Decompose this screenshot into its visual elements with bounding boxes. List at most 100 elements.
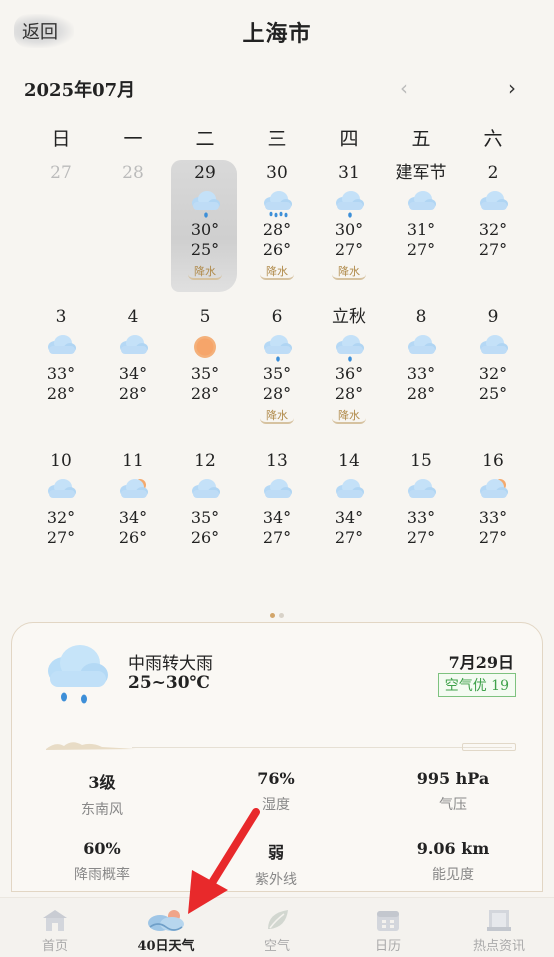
tab-calendar[interactable]: 日历 (333, 898, 443, 957)
high-temp: 33° (406, 508, 436, 527)
cloud-icon (120, 335, 148, 354)
cloud-icon (192, 479, 220, 498)
calendar-day[interactable]: 8 33° 28° (385, 304, 457, 448)
cloud-icon (48, 479, 76, 498)
high-temp: 34° (118, 364, 148, 383)
cloud-icon (480, 335, 508, 354)
stat-pressure: 995 hPa 气压 (383, 769, 523, 814)
calendar-day[interactable]: 15 33° 27° (385, 448, 457, 592)
calendar-day[interactable]: 31 30° 27° 降水 (313, 160, 385, 304)
low-temp: 28° (46, 384, 76, 403)
day-label: 8 (415, 307, 427, 327)
partly-sunny-icon (480, 479, 508, 498)
weekday-mon: 一 (123, 128, 143, 150)
scroll-decoration (462, 743, 516, 751)
tab-hot-news[interactable]: 热点资讯 (444, 898, 554, 957)
tab-label: 热点资讯 (472, 939, 525, 954)
stat-label: 降雨概率 (74, 867, 130, 883)
day-label: 31 (338, 163, 360, 183)
aqi-badge[interactable]: 空气优 19 (437, 673, 516, 697)
tab-label: 40日天气 (137, 939, 195, 954)
weekday-header: 日 一 二 三 四 五 六 (25, 124, 529, 150)
weekday-fri: 五 (411, 128, 431, 150)
low-temp: 25° (190, 240, 220, 259)
tab-label: 空气 (263, 939, 290, 954)
low-temp: 28° (406, 384, 436, 403)
calendar-day[interactable]: 14 34° 27° (313, 448, 385, 592)
stat-value: 3级 (88, 773, 116, 792)
rain-icon (264, 335, 292, 362)
high-temp: 34° (334, 508, 364, 527)
tab-home[interactable]: 首页 (0, 898, 110, 957)
stat-label: 能见度 (432, 867, 474, 883)
low-temp: 27° (406, 240, 436, 259)
cloud-icon (336, 479, 364, 498)
rain-icon (336, 335, 364, 362)
day-label: 14 (338, 451, 360, 471)
calendar-day[interactable]: 30 28° 26° 降水 (241, 160, 313, 304)
calendar-icon (377, 911, 399, 931)
heavy-rain-icon (264, 191, 292, 218)
calendar-day[interactable]: 16 33° 27° (457, 448, 529, 592)
high-temp: 31° (406, 220, 436, 239)
stat-value: 995 hPa (416, 769, 490, 788)
calendar-week-row: 3 33° 28° 4 34° 28° 5 35° 28° 6 35° 28° 降水 立秋 36° 28° 降水… (25, 304, 529, 448)
month-label: 2025年07月 (24, 80, 136, 101)
low-temp: 26° (262, 240, 292, 259)
calendar-day[interactable]: 9 32° 25° (457, 304, 529, 448)
weekday-thu: 四 (339, 128, 359, 150)
page-indicator (0, 603, 554, 622)
low-temp: 27° (334, 528, 364, 547)
day-detail-card: 中雨转大雨 25~30℃ 7月29日 空气优 19 3级 东南风 76% 湿度 … (11, 622, 543, 892)
stat-label: 东南风 (81, 802, 123, 818)
red-arrow-annotation (188, 808, 260, 914)
calendar-day-selected[interactable]: 29 30° 25° 降水 (169, 160, 241, 304)
calendar-week-row: 27 28 29 30° 25° 降水 30 28° 26° 降水 31 30° 27° 降水 建军节 31°… (25, 160, 529, 304)
calendar-week-row: 10 32° 27° 11 34° 26° 12 35° 26° 13 34° 27° 14 34° 27°… (25, 448, 529, 592)
calendar-day[interactable]: 12 35° 26° (169, 448, 241, 592)
stat-value: 76% (257, 769, 295, 788)
calendar-day[interactable]: 11 34° 26° (97, 448, 169, 592)
day-label: 15 (410, 451, 432, 471)
day-temps: 35° 26° (169, 508, 241, 548)
low-temp: 28° (262, 384, 292, 403)
cloud-icon (408, 335, 436, 354)
page-dot-active (270, 613, 275, 618)
stat-label: 气压 (439, 797, 467, 813)
stat-wind: 3级 东南风 (32, 769, 172, 819)
prev-month-button[interactable]: ‹ (400, 76, 408, 100)
header: 返回 上海市 (0, 0, 554, 64)
low-temp: 27° (46, 528, 76, 547)
day-temps: 34° 26° (97, 508, 169, 548)
high-temp: 35° (190, 508, 220, 527)
calendar-day[interactable]: 5 35° 28° (169, 304, 241, 448)
day-temps: 34° 28° (97, 364, 169, 404)
low-temp: 27° (406, 528, 436, 547)
calendar-day[interactable]: 2 32° 27° (457, 160, 529, 304)
calendar-day[interactable]: 13 34° 27° (241, 448, 313, 592)
calendar-day[interactable]: 10 32° 27° (25, 448, 97, 592)
day-temps: 30° 25° (169, 220, 241, 260)
low-temp: 27° (478, 240, 508, 259)
rain-tag: 降水 (332, 266, 366, 280)
day-temps: 34° 27° (241, 508, 313, 548)
partly-sunny-icon (120, 479, 148, 498)
calendar-day[interactable]: 3 33° 28° (25, 304, 97, 448)
tab-label: 首页 (41, 939, 68, 954)
low-temp: 26° (190, 528, 220, 547)
calendar-day[interactable]: 建军节 31° 27° (385, 160, 457, 304)
calendar-day[interactable]: 28 (97, 160, 169, 304)
stat-value: 60% (83, 839, 121, 858)
high-temp: 34° (118, 508, 148, 527)
next-month-button[interactable]: › (508, 76, 516, 100)
day-temps: 31° 27° (385, 220, 457, 260)
calendar-day[interactable]: 27 (25, 160, 97, 304)
calendar-day[interactable]: 立秋 36° 28° 降水 (313, 304, 385, 448)
high-temp: 32° (478, 220, 508, 239)
calendar-day[interactable]: 6 35° 28° 降水 (241, 304, 313, 448)
low-temp: 25° (478, 384, 508, 403)
calendar-day[interactable]: 4 34° 28° (97, 304, 169, 448)
day-temps: 32° 25° (457, 364, 529, 404)
day-temps: 36° 28° (313, 364, 385, 404)
stat-value: 9.06 km (416, 839, 490, 858)
